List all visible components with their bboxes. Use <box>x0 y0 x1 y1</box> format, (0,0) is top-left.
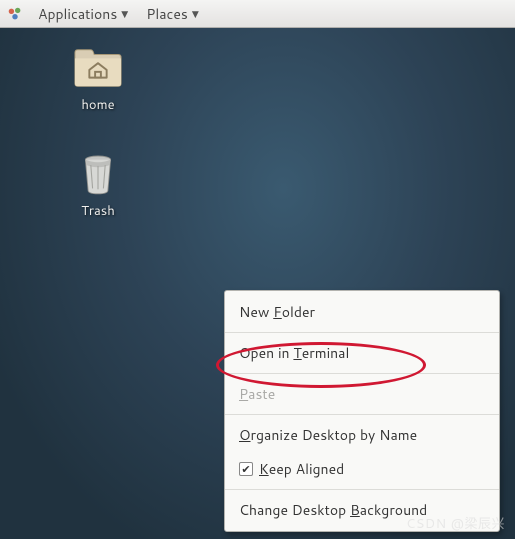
chevron-down-icon: ▼ <box>192 7 199 20</box>
organize-desktop-menuitem[interactable]: Organize Desktop by Name <box>225 418 499 452</box>
checkbox-icon: ✔ <box>239 462 253 476</box>
menu-separator <box>225 373 499 374</box>
folder-home-icon <box>73 46 123 90</box>
open-in-terminal-menuitem[interactable]: Open in Terminal <box>225 336 499 370</box>
places-menu-label: Places <box>146 4 188 24</box>
places-menu[interactable]: Places ▼ <box>138 2 207 26</box>
applications-menu[interactable]: Applications ▼ <box>30 2 136 26</box>
menuitem-label: Change Desktop Background <box>239 500 427 520</box>
paste-menuitem: Paste <box>225 377 499 411</box>
menu-separator <box>225 332 499 333</box>
distro-logo-icon <box>6 5 24 23</box>
trash-icon[interactable]: Trash <box>62 152 134 220</box>
chevron-down-icon: ▼ <box>121 7 128 20</box>
home-folder-label: home <box>81 96 114 114</box>
menu-separator <box>225 414 499 415</box>
top-panel: Applications ▼ Places ▼ <box>0 0 515 28</box>
applications-menu-label: Applications <box>38 4 117 24</box>
desktop-context-menu: New Folder Open in Terminal Paste Organi… <box>224 290 500 532</box>
watermark-text: CSDN @梁辰兴 <box>406 513 505 533</box>
trash-bin-icon <box>73 152 123 196</box>
trash-label: Trash <box>81 202 115 220</box>
menuitem-label: Keep Aligned <box>259 459 344 479</box>
desktop-icons-area: home Trash <box>62 46 134 220</box>
menuitem-label: Open in Terminal <box>239 343 349 363</box>
menuitem-label: New Folder <box>239 302 315 322</box>
home-folder-icon[interactable]: home <box>62 46 134 114</box>
new-folder-menuitem[interactable]: New Folder <box>225 295 499 329</box>
menuitem-label: Organize Desktop by Name <box>239 425 417 445</box>
menu-separator <box>225 489 499 490</box>
menuitem-label: Paste <box>239 384 275 404</box>
desktop-wallpaper[interactable]: Applications ▼ Places ▼ home <box>0 0 515 539</box>
keep-aligned-menuitem[interactable]: ✔ Keep Aligned <box>225 452 499 486</box>
